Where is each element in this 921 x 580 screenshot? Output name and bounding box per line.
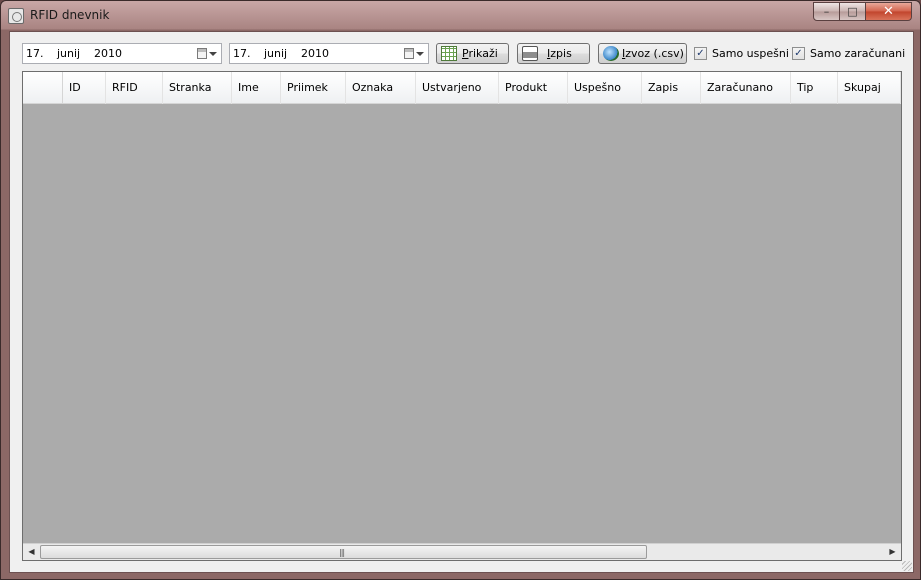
column-header-first-name[interactable]: Ime: [232, 72, 281, 104]
show-button-label: Prikaži: [462, 47, 498, 60]
date-from-picker[interactable]: 17. junij 2010: [22, 43, 222, 64]
scroll-right-icon[interactable]: ▶: [884, 544, 901, 560]
column-header-customer[interactable]: Stranka: [163, 72, 232, 104]
column-header-last-name[interactable]: Priimek: [281, 72, 346, 104]
only-billed-label[interactable]: Samo zaračunani: [810, 47, 905, 60]
date-to-picker[interactable]: 17. junij 2010: [229, 43, 429, 64]
grid-header: ID RFID Stranka Ime Priimek Oznaka Ustva…: [23, 72, 901, 104]
calendar-icon[interactable]: [404, 48, 414, 59]
date-to-year[interactable]: 2010: [301, 47, 329, 60]
scroll-left-icon[interactable]: ◀: [23, 544, 40, 560]
app-icon: [8, 8, 24, 24]
date-to-day[interactable]: 17.: [233, 47, 251, 60]
column-header-id[interactable]: ID: [63, 72, 106, 104]
only-billed-checkbox[interactable]: ✓: [792, 47, 805, 60]
print-button-label: Izpis: [547, 47, 572, 60]
chevron-down-icon[interactable]: [416, 52, 424, 56]
resize-grip-icon[interactable]: [902, 561, 912, 571]
show-button[interactable]: Prikaži: [436, 43, 509, 64]
close-button[interactable]: ✕: [865, 2, 912, 21]
client-area: 17. junij 2010 17. junij 2010 Prikaži Iz…: [9, 31, 914, 573]
window-title: RFID dnevnik: [30, 8, 110, 22]
row-header-corner[interactable]: [23, 72, 63, 104]
scrollbar-thumb[interactable]: |||: [40, 545, 647, 559]
only-successful-checkbox[interactable]: ✓: [694, 47, 707, 60]
export-button-label: Izvoz (.csv): [622, 47, 684, 60]
date-from-day[interactable]: 17.: [26, 47, 44, 60]
date-from-month[interactable]: junij: [57, 47, 80, 60]
column-header-total[interactable]: Skupaj: [838, 72, 901, 104]
column-header-billed[interactable]: Zaračunano: [701, 72, 791, 104]
chevron-down-icon[interactable]: [209, 52, 217, 56]
column-header-product[interactable]: Produkt: [499, 72, 568, 104]
title-bar[interactable]: RFID dnevnik – □ ✕: [1, 1, 920, 31]
calendar-icon: [441, 46, 457, 61]
date-from-year[interactable]: 2010: [94, 47, 122, 60]
date-to-month[interactable]: junij: [264, 47, 287, 60]
export-globe-icon: [603, 46, 619, 61]
maximize-button[interactable]: □: [839, 2, 866, 21]
rfid-log-grid[interactable]: ID RFID Stranka Ime Priimek Oznaka Ustva…: [22, 71, 902, 561]
main-window: RFID dnevnik – □ ✕ 17. junij 2010 17. ju…: [0, 0, 921, 580]
column-header-record[interactable]: Zapis: [642, 72, 701, 104]
printer-icon: [522, 46, 538, 61]
horizontal-scrollbar[interactable]: ◀ ||| ▶: [23, 543, 901, 560]
export-csv-button[interactable]: Izvoz (.csv): [598, 43, 687, 64]
print-button[interactable]: Izpis: [517, 43, 590, 64]
scrollbar-grip: |||: [339, 548, 345, 557]
minimize-button[interactable]: –: [813, 2, 840, 21]
column-header-rfid[interactable]: RFID: [106, 72, 163, 104]
column-header-tag[interactable]: Oznaka: [346, 72, 416, 104]
column-header-successful[interactable]: Uspešno: [568, 72, 642, 104]
only-successful-label[interactable]: Samo uspešni: [712, 47, 789, 60]
calendar-icon[interactable]: [197, 48, 207, 59]
column-header-type[interactable]: Tip: [791, 72, 838, 104]
column-header-created[interactable]: Ustvarjeno: [416, 72, 499, 104]
